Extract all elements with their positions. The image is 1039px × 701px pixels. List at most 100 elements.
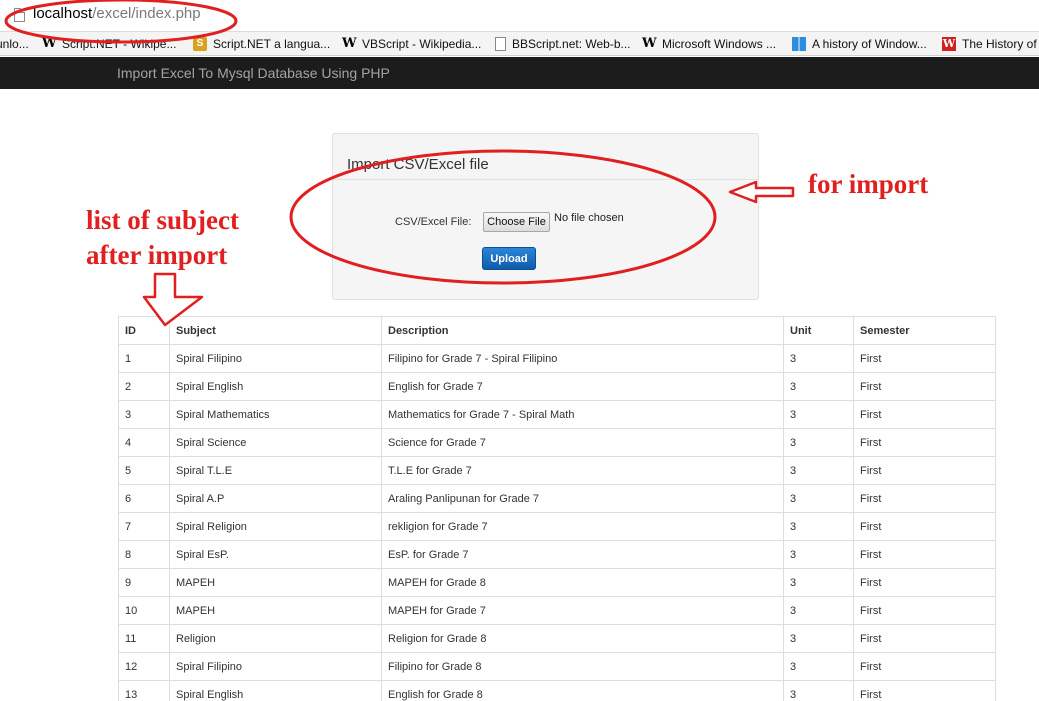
- cell-semester: First: [853, 596, 996, 625]
- table-row: 5 Spiral T.L.E T.L.E for Grade 7 3 First: [118, 456, 996, 485]
- cell-semester: First: [853, 456, 996, 485]
- cell-subject: Spiral A.P: [169, 484, 382, 513]
- subjects-table: ID Subject Description Unit Semester 1 Sp…: [118, 316, 996, 701]
- bookmark-label: BBScript.net: Web-b...: [512, 37, 631, 51]
- cell-id: 3: [118, 400, 170, 429]
- history-icon: W: [942, 37, 956, 51]
- cell-subject: MAPEH: [169, 596, 382, 625]
- cell-id: 6: [118, 484, 170, 513]
- file-label: CSV/Excel File:: [395, 216, 472, 228]
- cell-id: 1: [118, 344, 170, 373]
- cell-semester: First: [853, 568, 996, 597]
- cell-description: Filipino for Grade 7 - Spiral Filipino: [381, 344, 784, 373]
- table-row: 4 Spiral Science Science for Grade 7 3 First: [118, 428, 996, 457]
- cell-subject: Spiral Filipino: [169, 652, 382, 681]
- bookmark-label: unlo...: [0, 37, 29, 51]
- cell-subject: Spiral T.L.E: [169, 456, 382, 485]
- cell-semester: First: [853, 400, 996, 429]
- navbar: Import Excel To Mysql Database Using PHP: [0, 57, 1039, 89]
- bookmarks-bar: unlo... W Script.NET - Wikipe... S Scrip…: [0, 32, 1039, 56]
- cell-semester: First: [853, 624, 996, 653]
- bookmark-3[interactable]: W VBScript - Wikipedia...: [342, 35, 481, 53]
- bookmark-6[interactable]: A history of Window...: [792, 35, 927, 53]
- bookmark-0[interactable]: unlo...: [0, 35, 29, 53]
- address-bar[interactable]: localhost/excel/index.php: [0, 0, 1039, 32]
- cell-semester: First: [853, 680, 996, 701]
- cell-unit: 3: [783, 456, 854, 485]
- cell-subject: Spiral Science: [169, 428, 382, 457]
- bookmark-1[interactable]: W Script.NET - Wikipe...: [42, 35, 176, 53]
- table-row: 13 Spiral English English for Grade 8 3 Firs…: [118, 680, 996, 701]
- cell-description: Science for Grade 7: [381, 428, 784, 457]
- cell-id: 9: [118, 568, 170, 597]
- table-row: 1 Spiral Filipino Filipino for Grade 7 - S…: [118, 344, 996, 373]
- bookmark-label: A history of Window...: [812, 37, 927, 51]
- cell-unit: 3: [783, 344, 854, 373]
- page-icon: [14, 8, 25, 22]
- cell-semester: First: [853, 484, 996, 513]
- cell-unit: 3: [783, 372, 854, 401]
- table-row: 3 Spiral Mathematics Mathematics for Grade…: [118, 400, 996, 429]
- cell-id: 8: [118, 540, 170, 569]
- column-header-description: Description: [381, 316, 784, 345]
- choose-file-button[interactable]: Choose File: [483, 212, 550, 232]
- bookmark-label: The History of: [962, 37, 1037, 51]
- cell-id: 4: [118, 428, 170, 457]
- wikipedia-icon: W: [342, 36, 357, 51]
- cell-unit: 3: [783, 400, 854, 429]
- script-net-icon: S: [193, 37, 207, 51]
- column-header-subject: Subject: [169, 316, 382, 345]
- cell-id: 7: [118, 512, 170, 541]
- cell-description: MAPEH for Grade 7: [381, 596, 784, 625]
- table-row: 8 Spiral EsP. EsP. for Grade 7 3 First: [118, 540, 996, 569]
- cell-id: 12: [118, 652, 170, 681]
- cell-semester: First: [853, 652, 996, 681]
- cell-semester: First: [853, 372, 996, 401]
- cell-description: English for Grade 8: [381, 680, 784, 701]
- cell-semester: First: [853, 428, 996, 457]
- url-host: localhost: [33, 5, 93, 22]
- bookmark-7[interactable]: W The History of: [942, 35, 1037, 53]
- import-panel: Import CSV/Excel file CSV/Excel File: Ch…: [332, 133, 759, 300]
- cell-unit: 3: [783, 624, 854, 653]
- url-text[interactable]: localhost/excel/index.php: [33, 5, 201, 22]
- cell-semester: First: [853, 540, 996, 569]
- wikipedia-icon: W: [42, 36, 57, 51]
- annotation-list-note-line2: after import: [86, 240, 228, 270]
- cell-subject: Spiral Filipino: [169, 344, 382, 373]
- bookmark-label: Script.NET a langua...: [213, 37, 331, 51]
- navbar-brand[interactable]: Import Excel To Mysql Database Using PHP: [117, 65, 390, 81]
- cell-description: Filipino for Grade 8: [381, 652, 784, 681]
- cell-description: MAPEH for Grade 8: [381, 568, 784, 597]
- bookmark-4[interactable]: BBScript.net: Web-b...: [495, 35, 631, 53]
- cell-unit: 3: [783, 596, 854, 625]
- cell-unit: 3: [783, 512, 854, 541]
- table-row: 12 Spiral Filipino Filipino for Grade 8 3 Fi…: [118, 652, 996, 681]
- cell-description: rekligion for Grade 7: [381, 512, 784, 541]
- cell-unit: 3: [783, 484, 854, 513]
- column-header-semester: Semester: [853, 316, 996, 345]
- upload-button[interactable]: Upload: [482, 247, 536, 270]
- bookmark-label: Microsoft Windows ...: [662, 37, 777, 51]
- table-row: 7 Spiral Religion rekligion for Grade 7 3 Fi…: [118, 512, 996, 541]
- cell-id: 11: [118, 624, 170, 653]
- cell-subject: MAPEH: [169, 568, 382, 597]
- wikipedia-icon: W: [642, 36, 657, 51]
- cell-id: 13: [118, 680, 170, 701]
- cell-unit: 3: [783, 540, 854, 569]
- cell-subject: Spiral Religion: [169, 512, 382, 541]
- bookmark-5[interactable]: W Microsoft Windows ...: [642, 35, 776, 53]
- cell-unit: 3: [783, 680, 854, 701]
- table-header-row: ID Subject Description Unit Semester: [118, 316, 996, 345]
- cell-description: Religion for Grade 8: [381, 624, 784, 653]
- cell-subject: Spiral EsP.: [169, 540, 382, 569]
- cell-description: EsP. for Grade 7: [381, 540, 784, 569]
- cell-semester: First: [853, 512, 996, 541]
- cell-description: Mathematics for Grade 7 - Spiral Math: [381, 400, 784, 429]
- annotation-import-note: for import: [808, 169, 929, 199]
- bookmark-2[interactable]: S Script.NET a langua...: [193, 35, 330, 53]
- cell-subject: Spiral English: [169, 680, 382, 701]
- table-row: 6 Spiral A.P Araling Panlipunan for Grade …: [118, 484, 996, 513]
- table-row: 10 MAPEH MAPEH for Grade 7 3 First: [118, 596, 996, 625]
- table-body: 1 Spiral Filipino Filipino for Grade 7 - S…: [118, 344, 996, 701]
